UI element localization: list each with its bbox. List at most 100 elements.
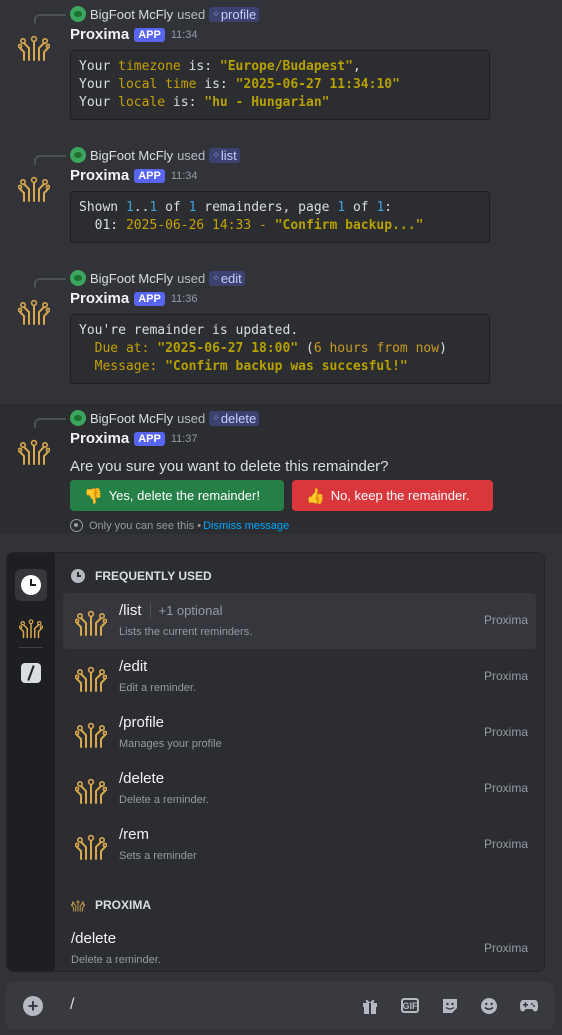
code-line: Message: "Confirm backup was succesful!" [79,358,481,376]
gamepad-icon[interactable] [519,996,539,1016]
command-name: /rem [119,826,149,843]
command-mention[interactable]: ⁘ profile [209,6,260,22]
timestamp: 11:34 [170,169,198,182]
code-segment: "Confirm backup..." [274,218,424,233]
proxima-logo-icon [74,666,108,692]
command-icon: ⁘ [212,272,219,283]
bot-avatar[interactable] [17,30,51,62]
code-segment: local time [118,77,197,92]
code-segment: Shown [79,200,126,215]
reply-context[interactable]: BigFoot McFly used ⁘ delete [70,410,260,426]
code-segment: locale [118,95,166,110]
command-mention[interactable]: ⁘ delete [209,410,260,426]
proxima-logo-icon [71,900,85,912]
command-name: delete [220,410,257,426]
user-avatar [70,147,86,163]
code-segment: of [345,200,377,215]
code-segment: Message: [79,359,166,374]
reply-connector [34,418,66,428]
proxima-command-icon [74,605,108,637]
reply-username[interactable]: BigFoot McFly [90,148,173,163]
bot-message: BigFoot McFly used ⁘ list Proxima APP 11:34 Sho… [0,141,562,269]
code-segment: Your [79,77,119,92]
code-segment: ( [298,341,314,356]
command-source: Proxima [483,941,528,955]
code-block: Shown 1..1 of 1 remainders, page 1 of 1:… [70,191,490,243]
proxima-logo-icon [74,834,108,860]
bot-message: BigFoot McFly used ⁘ profile Proxima APP 11:34… [0,0,562,128]
bot-name[interactable]: Proxima [70,430,129,447]
code-segment: remainders, page [196,200,338,215]
message-composer: + / GIF [6,982,554,1030]
code-line: Your locale is: "hu - Hungarian" [79,94,481,112]
proxima-logo-icon [74,722,108,748]
code-block: You're remainder is updated. Due at: "20… [70,314,490,384]
bot-avatar[interactable] [17,294,51,326]
dismiss-message-link[interactable]: Dismiss message [203,520,289,532]
command-option[interactable]: /delete Delete a reminder. Proxima [63,761,536,817]
bot-name[interactable]: Proxima [70,167,129,184]
keep-remainder-button[interactable]: 👍 No, keep the remainder. [292,480,493,511]
message-header: Proxima APP 11:34 [70,167,198,184]
app-badge: APP [134,27,165,42]
code-segment: ) [439,341,447,356]
confirm-delete-button[interactable]: 👎 Yes, delete the remainder! [70,480,284,511]
code-segment: of [157,200,189,215]
code-line: 01: 2025-06-26 14:33 - "Confirm backup..… [79,217,481,235]
code-line: Shown 1..1 of 1 remainders, page 1 of 1: [79,199,481,217]
bot-name[interactable]: Proxima [70,290,129,307]
command-option[interactable]: /rem Sets a reminder Proxima [63,817,536,873]
sticker-icon[interactable] [440,996,460,1016]
ephemeral-text: Only you can see this • [89,519,202,532]
code-segment: is: [180,59,220,74]
command-option-name: /delete [119,770,164,787]
command-source: Proxima [483,781,528,795]
command-option[interactable]: /list +1 optional Lists the current remind… [63,593,536,649]
reply-context[interactable]: BigFoot McFly used ⁘ list [70,147,240,163]
section-title: PROXIMA [95,898,152,912]
code-segment: Your [79,95,119,110]
user-avatar [70,6,86,22]
reply-username[interactable]: BigFoot McFly [90,7,173,22]
command-source: Proxima [483,669,528,683]
code-segment: 1 [337,200,346,215]
code-segment: 1 [125,200,134,215]
command-description: Delete a reminder. [119,794,209,806]
command-option[interactable]: /profile Manages your profile Proxima [63,705,536,761]
proxima-category-button[interactable] [15,611,47,643]
command-option[interactable]: /delete Delete a reminder. Proxima [63,921,536,971]
gift-icon[interactable] [360,996,380,1016]
command-name: /edit [119,658,148,675]
code-line: You're remainder is updated. [79,322,481,340]
command-option[interactable]: /edit Edit a reminder. Proxima [63,649,536,705]
reply-context[interactable]: BigFoot McFly used ⁘ edit [70,270,245,286]
command-description: Edit a reminder. [119,682,197,694]
gif-icon[interactable]: GIF [401,998,419,1013]
command-mention[interactable]: ⁘ list [209,147,240,163]
code-line: Your timezone is: "Europe/Budapest", [79,58,481,76]
proxima-command-icon [74,661,108,693]
builtin-category-button[interactable] [15,657,47,689]
add-attachment-button[interactable]: + [23,996,43,1016]
reply-connector [34,278,66,288]
reply-username[interactable]: BigFoot McFly [90,271,173,286]
code-block: Your timezone is: "Europe/Budapest", Your… [70,50,490,120]
reply-connector [34,155,66,165]
message-input[interactable]: / [70,996,74,1014]
command-icon: ⁘ [212,8,219,19]
code-segment: is: [196,77,236,92]
recent-category-button[interactable] [15,569,47,601]
reply-used-text: used [177,270,206,286]
command-source: Proxima [483,613,528,627]
reply-username[interactable]: BigFoot McFly [90,411,173,426]
reply-context[interactable]: BigFoot McFly used ⁘ profile [70,6,260,22]
command-source: Proxima [483,725,528,739]
proxima-logo-icon [19,619,43,639]
command-mention[interactable]: ⁘ edit [209,270,245,286]
command-description: Manages your profile [119,738,222,750]
bot-avatar[interactable] [17,171,51,203]
code-segment: Your [79,59,119,74]
bot-avatar[interactable] [17,434,51,466]
bot-name[interactable]: Proxima [70,26,129,43]
emoji-icon[interactable] [479,996,499,1016]
